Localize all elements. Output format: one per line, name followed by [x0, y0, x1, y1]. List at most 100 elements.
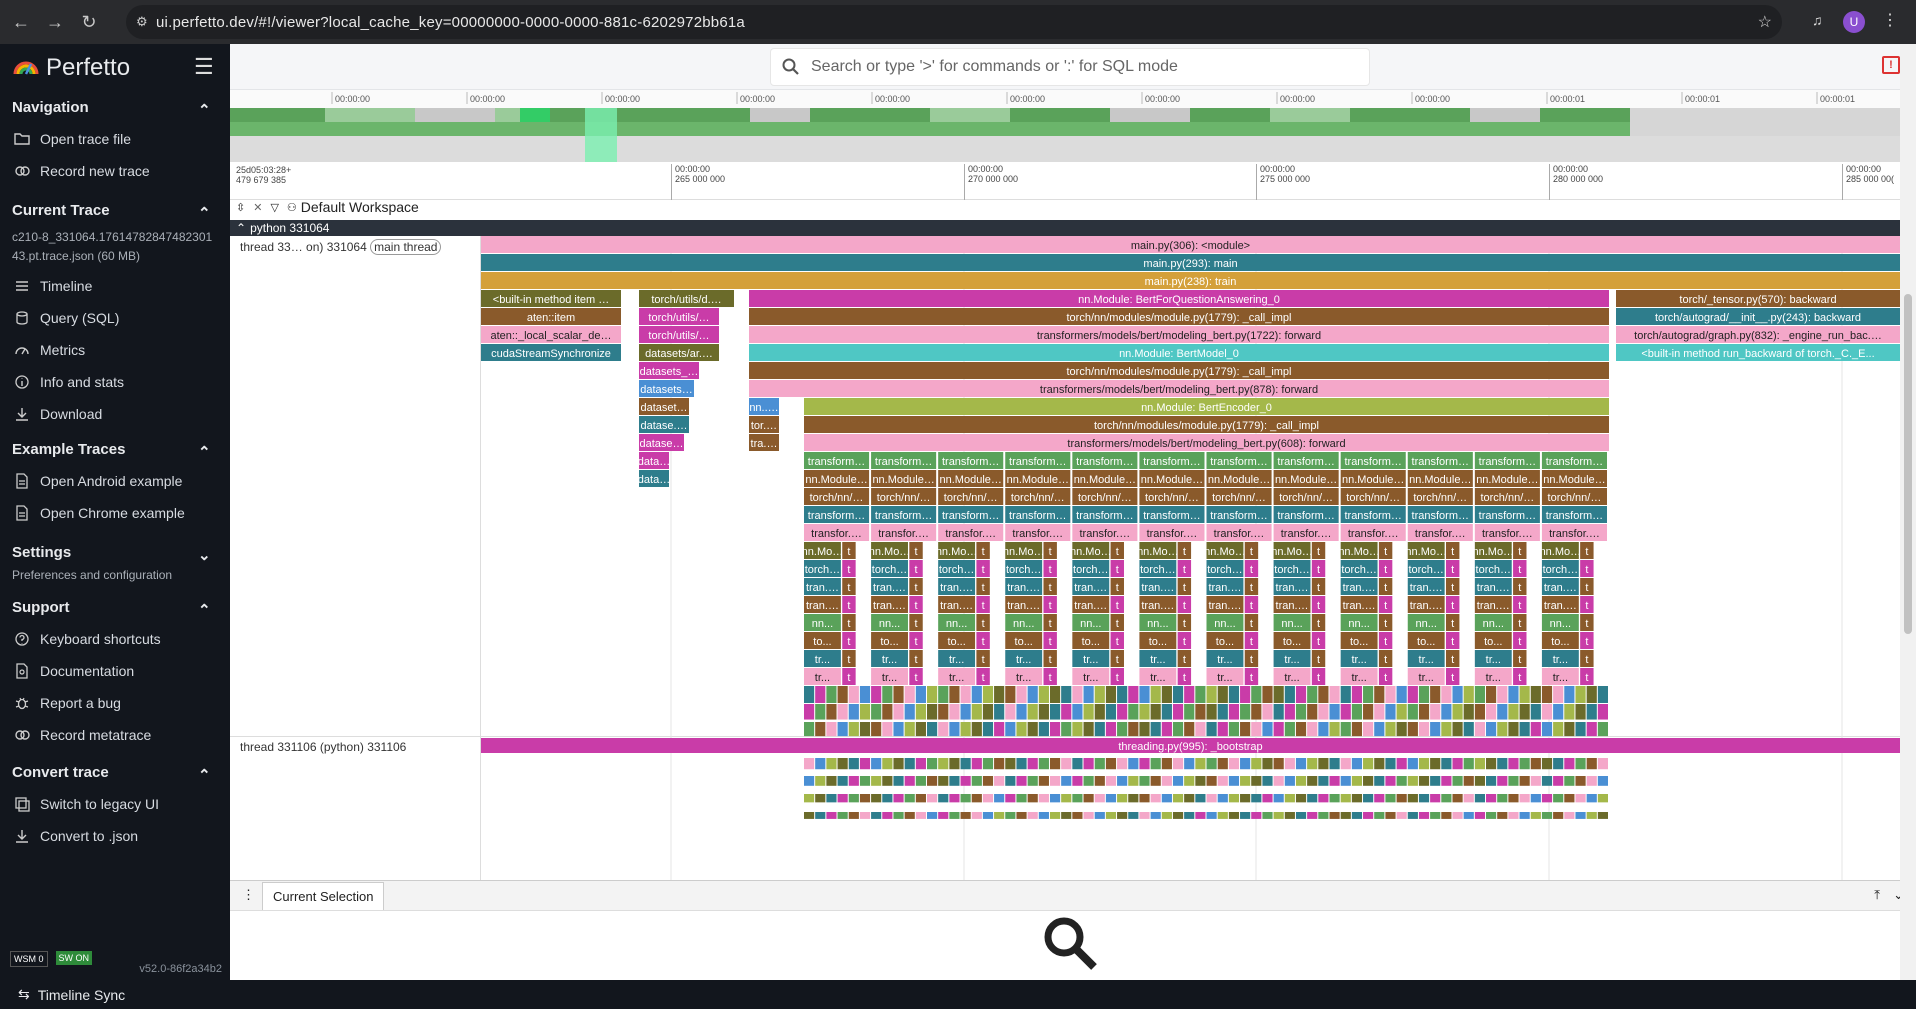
slice-deep[interactable] — [871, 794, 882, 803]
sidebar-item-record-trace[interactable]: Record new trace — [0, 155, 230, 187]
slice-deep[interactable] — [1363, 686, 1374, 703]
slice-layer-op[interactable]: torch… — [1206, 560, 1244, 577]
slice-deep[interactable] — [1284, 776, 1295, 786]
slice-deep[interactable] — [1553, 704, 1564, 720]
slice-deep[interactable] — [871, 812, 882, 819]
slice-deep[interactable] — [804, 758, 815, 770]
slice-deep[interactable] — [1497, 794, 1508, 803]
slice-forward[interactable]: nn.Module: BertModel_0 — [749, 344, 1609, 361]
slice-deep[interactable] — [1530, 704, 1541, 720]
slice-deep[interactable] — [1038, 686, 1049, 703]
slice-deep[interactable] — [971, 812, 982, 819]
slice-layer-op[interactable]: tr... — [804, 650, 841, 667]
slice-deep[interactable] — [1195, 794, 1206, 803]
slice-deep[interactable] — [1363, 812, 1374, 819]
slice-deep[interactable] — [1139, 758, 1150, 770]
process-track-header[interactable]: ⌃ python 331064 — [230, 220, 1900, 236]
slice-layer[interactable]: torch/nn/… — [1541, 488, 1607, 505]
slice-deep[interactable] — [1575, 794, 1586, 803]
slice-deep[interactable] — [949, 812, 960, 819]
slice-deep[interactable] — [1396, 812, 1407, 819]
slice-deep[interactable] — [971, 758, 982, 770]
slice-deep[interactable] — [1172, 812, 1184, 819]
slice-deep[interactable] — [1553, 794, 1564, 803]
slice-deep[interactable] — [804, 722, 815, 737]
slice-deep[interactable] — [926, 812, 938, 819]
slice-layer[interactable]: transfor.… — [1273, 524, 1339, 541]
slice-deep[interactable] — [893, 704, 904, 720]
slice-deep[interactable] — [1240, 812, 1251, 819]
slice-deep[interactable] — [1508, 794, 1519, 803]
slice-forward[interactable]: transformers/models/bert/modeling_bert.p… — [749, 380, 1609, 397]
slice-layer-op[interactable]: to... — [1541, 632, 1579, 649]
slice-backward[interactable]: <built-in method run_backward of torch._… — [1616, 344, 1900, 361]
slice-layer-op[interactable]: tr... — [1206, 668, 1244, 685]
slice-deep[interactable] — [1486, 794, 1497, 803]
slice-deep[interactable] — [949, 686, 960, 703]
slice-deep[interactable] — [837, 686, 848, 703]
slice-deep[interactable] — [882, 776, 893, 786]
slice-layer-op[interactable]: t — [909, 560, 923, 577]
slice-deep[interactable] — [1329, 722, 1340, 737]
slice-deep[interactable] — [904, 812, 915, 819]
slice-layer-op[interactable]: t — [1043, 542, 1057, 559]
slice-layer-op[interactable]: t — [1580, 668, 1594, 685]
slice-deep[interactable] — [1139, 794, 1150, 803]
slice-deep[interactable] — [1172, 758, 1184, 770]
slice-layer[interactable]: nn.Module… — [1340, 470, 1406, 487]
slice-deep[interactable] — [1519, 758, 1530, 770]
slice-layer-op[interactable]: tran.… — [1072, 578, 1110, 595]
slice-dataloader[interactable]: torch/utils/d.… — [639, 290, 734, 307]
slice-deep[interactable] — [1005, 776, 1016, 786]
slice-mini[interactable]: tor.… — [749, 416, 779, 433]
slice-layer-op[interactable]: nn.Mo… — [1137, 542, 1179, 559]
scroll-thumb[interactable] — [1904, 294, 1912, 634]
slice-deep[interactable] — [1597, 776, 1608, 786]
slice-deep[interactable] — [837, 776, 848, 786]
slice-layer-op[interactable]: t — [1513, 560, 1527, 577]
slice-layer[interactable]: transform… — [1340, 506, 1406, 523]
slice-deep[interactable] — [982, 686, 994, 703]
slice-deep[interactable] — [994, 722, 1005, 737]
slice-layer-op[interactable]: to... — [1139, 632, 1177, 649]
main-thread-label[interactable]: thread 33… on) 331064 main thread — [240, 239, 442, 255]
slice-deep[interactable] — [1016, 704, 1027, 720]
slice-deep[interactable] — [982, 758, 994, 770]
slice-layer-op[interactable]: t — [1311, 578, 1326, 595]
slice-deep[interactable] — [882, 794, 893, 803]
slice-deep[interactable] — [1452, 722, 1463, 737]
slice-forward[interactable]: transformers/models/bert/modeling_bert.p… — [749, 326, 1609, 343]
slice-deep[interactable] — [1240, 776, 1251, 786]
slice-deep[interactable] — [1497, 758, 1508, 770]
slice-layer[interactable]: transform… — [1541, 506, 1607, 523]
slice-layer-op[interactable]: t — [842, 542, 856, 559]
slice-dataloader[interactable]: torch/utils/… — [639, 326, 719, 343]
slice-deep[interactable] — [1564, 794, 1575, 803]
slice-deep[interactable] — [949, 794, 960, 803]
slice-deep[interactable] — [1586, 722, 1597, 737]
slice-deep[interactable] — [1418, 758, 1430, 770]
slice-deep[interactable] — [1497, 722, 1508, 737]
slice-deep[interactable] — [1284, 722, 1295, 737]
slice-deep[interactable] — [971, 686, 982, 703]
slice-layer-op[interactable]: tr... — [1541, 668, 1579, 685]
slice-layer-op[interactable]: nn... — [1005, 614, 1043, 631]
slice-deep[interactable] — [1351, 686, 1363, 703]
slice-layer[interactable]: transform… — [1273, 452, 1339, 469]
slice-deep[interactable] — [1072, 722, 1083, 737]
slice-deep[interactable] — [938, 794, 949, 803]
slice-deep[interactable] — [1251, 794, 1262, 803]
slice-deep[interactable] — [1295, 758, 1307, 770]
slice-deep[interactable] — [815, 686, 826, 703]
slice-deep[interactable] — [1094, 812, 1105, 819]
slice-layer[interactable]: transfor.… — [1206, 524, 1272, 541]
slice-layer-op[interactable]: torch… — [1273, 560, 1311, 577]
slice-deep[interactable] — [1407, 776, 1418, 786]
slice-deep[interactable] — [1463, 812, 1474, 819]
slice-deep[interactable] — [1262, 704, 1273, 720]
slice-layer-op[interactable]: torch… — [1139, 560, 1177, 577]
slice-deep[interactable] — [837, 812, 848, 819]
slice-deep[interactable] — [1541, 722, 1553, 737]
slice-module[interactable]: main.py(306): <module> — [481, 236, 1900, 253]
slice-deep[interactable] — [1072, 704, 1083, 720]
